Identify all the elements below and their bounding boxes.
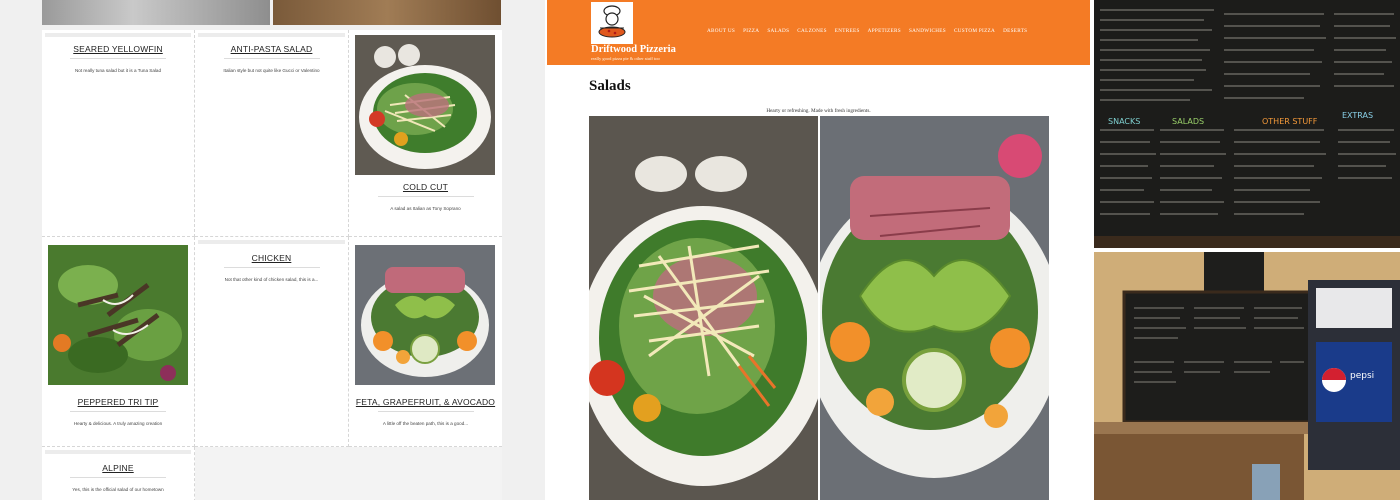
salad-photo-large[interactable] <box>820 116 1049 500</box>
site-tagline: really good pizza pie & other stuff too <box>591 56 660 61</box>
salad-photo[interactable] <box>48 245 188 385</box>
salad-card[interactable]: ANTI-PASTA SALAD Italian style but not q… <box>195 30 349 237</box>
cropped-photo-strip <box>273 0 501 25</box>
card-top-bar <box>198 33 345 37</box>
salad-photo[interactable] <box>355 245 495 385</box>
salad-card[interactable]: PEPPERED TRI TIP Hearty & delicious. A t… <box>42 237 195 447</box>
nav-about-us[interactable]: ABOUT US <box>707 28 735 34</box>
divider <box>70 477 166 478</box>
salad-description: Not that other kind of chicken salad, th… <box>224 277 319 282</box>
restaurant-interior-photo[interactable]: pepsi <box>1094 252 1400 500</box>
salad-description: Hearty & delicious. A truly amazing crea… <box>73 421 163 426</box>
salad-title[interactable]: CHICKEN <box>195 253 348 263</box>
driftwood-site-panel: Driftwood Pizzeria really good pizza pie… <box>547 0 1090 500</box>
salad-card[interactable]: ALPINE Yes, this is the official salad o… <box>42 447 195 500</box>
main-nav: ABOUT US PIZZA SALADS CALZONES ENTREES A… <box>707 28 1027 34</box>
salad-description: A salad as Italian as Tony Soprano <box>390 206 461 211</box>
salad-title[interactable]: ALPINE <box>42 463 194 473</box>
site-name[interactable]: Driftwood Pizzeria <box>591 44 676 55</box>
nav-sandwiches[interactable]: SANDWICHES <box>909 28 946 34</box>
divider <box>70 58 166 59</box>
salad-photo-large[interactable] <box>589 116 818 500</box>
nav-deserts[interactable]: DESERTS <box>1003 28 1027 34</box>
nav-salads[interactable]: SALADS <box>767 28 789 34</box>
divider <box>377 411 474 412</box>
salad-card[interactable]: SEARED YELLOWFIN Not really tuna salad b… <box>42 30 195 237</box>
nav-custom-pizza[interactable]: CUSTOM PIZZA <box>954 28 995 34</box>
card-top-bar <box>45 450 191 454</box>
menu-board-photo[interactable]: OTHER STUFF SNACKS SALADS EXTRAS <box>1094 0 1400 248</box>
card-top-bar <box>198 240 345 244</box>
empty-cell <box>349 447 502 500</box>
salad-card[interactable]: COLD CUT A salad as Italian as Tony Sopr… <box>349 30 502 237</box>
menu-board-panel: OTHER STUFF SNACKS SALADS EXTRAS pepsi <box>1092 0 1400 500</box>
chalk-heading: OTHER STUFF <box>1262 117 1318 126</box>
site-header: Driftwood Pizzeria really good pizza pie… <box>547 0 1090 65</box>
salad-description: Yes, this is the official salad of our h… <box>72 487 164 492</box>
divider <box>70 411 166 412</box>
divider <box>377 196 474 197</box>
cropped-photo-strip <box>42 0 270 25</box>
nav-appetizers[interactable]: APPETIZERS <box>868 28 901 34</box>
nav-calzones[interactable]: CALZONES <box>797 28 827 34</box>
salad-grid: SEARED YELLOWFIN Not really tuna salad b… <box>42 30 502 500</box>
salad-description: Italian style but not quite like Gucci o… <box>223 68 320 73</box>
salad-card[interactable]: CHICKEN Not that other kind of chicken s… <box>195 237 349 447</box>
chalk-heading: EXTRAS <box>1342 111 1373 120</box>
salad-title[interactable]: PEPPERED TRI TIP <box>42 397 194 407</box>
divider <box>223 267 320 268</box>
empty-cell <box>195 447 349 500</box>
chalk-heading: SNACKS <box>1108 117 1140 126</box>
divider <box>223 58 320 59</box>
chalk-heading: SALADS <box>1172 117 1204 126</box>
chef-logo-icon[interactable] <box>591 2 633 44</box>
page-intro: Hearty or refreshing. Made with fresh in… <box>766 108 871 114</box>
card-top-bar <box>45 33 191 37</box>
page-title: Salads <box>589 78 631 94</box>
nav-entrees[interactable]: ENTREES <box>835 28 860 34</box>
salad-card[interactable]: FETA, GRAPEFRUIT, & AVOCADO A little off… <box>349 237 502 447</box>
salad-title[interactable]: COLD CUT <box>349 182 502 192</box>
salad-photo[interactable] <box>355 35 495 175</box>
salad-description: Not really tuna salad but it is a Tuna S… <box>74 68 162 73</box>
salad-grid-panel: SEARED YELLOWFIN Not really tuna salad b… <box>0 0 545 500</box>
salad-description: A little off the beaten path, this is a … <box>382 421 469 426</box>
salad-title[interactable]: ANTI-PASTA SALAD <box>195 44 348 54</box>
salad-title[interactable]: SEARED YELLOWFIN <box>42 44 194 54</box>
svg-text:pepsi: pepsi <box>1350 371 1374 381</box>
nav-pizza[interactable]: PIZZA <box>743 28 759 34</box>
salad-title[interactable]: FETA, GRAPEFRUIT, & AVOCADO <box>349 397 502 407</box>
